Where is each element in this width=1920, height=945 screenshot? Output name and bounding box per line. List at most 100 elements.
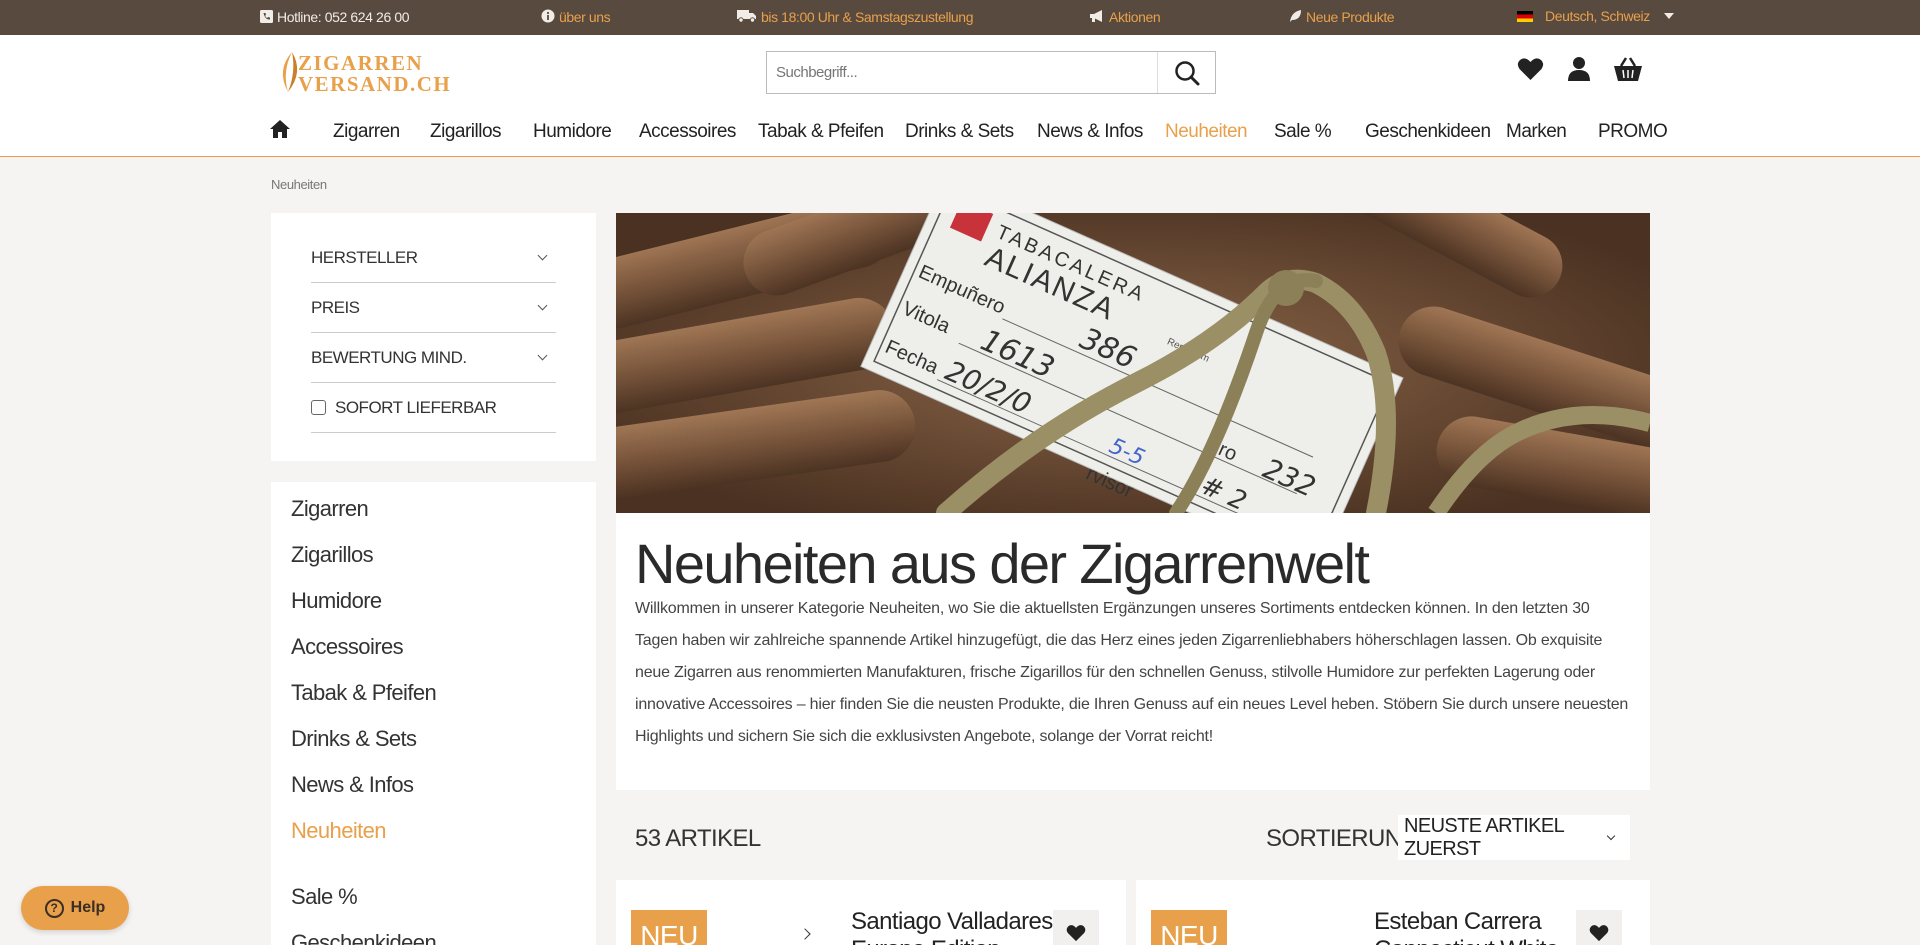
language-selector[interactable]: Deutsch, Schweiz — [1517, 8, 1674, 24]
nav-item-drinks-sets[interactable]: Drinks & Sets — [905, 121, 1014, 143]
top-bar: Hotline: 052 624 26 00 über uns bis 18:0… — [0, 0, 1920, 35]
about-text: über uns — [559, 9, 611, 25]
phone-icon — [260, 9, 273, 25]
search-input[interactable] — [767, 52, 1157, 93]
nav-item-tabak-pfeifen[interactable]: Tabak & Pfeifen — [758, 121, 884, 143]
page-title: Neuheiten aus der Zigarrenwelt — [635, 532, 1370, 595]
heart-icon — [1066, 925, 1086, 942]
filter-manufacturer[interactable]: HERSTELLER — [311, 233, 556, 283]
category-item-tabak-pfeifen[interactable]: Tabak & Pfeifen — [291, 680, 437, 706]
category-list: Zigarren Zigarillos Humidore Accessoires… — [271, 482, 596, 945]
filter-price-label: PREIS — [311, 297, 360, 317]
product-title[interactable]: Santiago Valladares Europe Edition — [851, 908, 1053, 945]
filter-rating-label: BEWERTUNG MIND. — [311, 347, 467, 367]
filter-rating[interactable]: BEWERTUNG MIND. — [311, 333, 556, 383]
header: ZIGARREN VERSAND.CH Zigarren Zigarillos … — [0, 35, 1920, 157]
search-icon — [1174, 60, 1199, 85]
logo-text-line2: VERSAND.CH — [298, 72, 451, 94]
product-card[interactable]: NEU Santiago Valladares Europe Edition — [616, 880, 1126, 945]
category-item-neuheiten[interactable]: Neuheiten — [291, 818, 387, 844]
sort-label: SORTIERUNG — [1266, 825, 1420, 852]
new-products-link[interactable]: Neue Produkte — [1289, 9, 1395, 25]
new-badge: NEU — [631, 910, 707, 945]
heart-icon — [1589, 925, 1609, 942]
add-to-wishlist-button[interactable] — [1576, 910, 1622, 945]
chevron-down-icon — [537, 250, 548, 261]
help-label: Help — [70, 899, 106, 916]
actions-link[interactable]: Aktionen — [1089, 9, 1161, 25]
category-item-zigarren[interactable]: Zigarren — [291, 496, 369, 522]
product-title-line2: Europe Edition — [851, 936, 1053, 945]
nav-item-marken[interactable]: Marken — [1506, 121, 1567, 143]
filter-manufacturer-label: HERSTELLER — [311, 247, 418, 267]
search-box — [766, 51, 1216, 94]
about-link[interactable]: über uns — [541, 9, 611, 25]
home-icon — [270, 120, 290, 138]
product-title-line1: Esteban Carrera — [1374, 908, 1542, 935]
category-item-accessoires[interactable]: Accessoires — [291, 634, 404, 660]
category-item-sale[interactable]: Sale % — [291, 884, 358, 910]
nav-item-accessoires[interactable]: Accessoires — [639, 121, 736, 143]
listing-toolbar: 53 ARTIKEL SORTIERUNG NEUSTE ARTIKEL ZUE… — [616, 810, 1650, 865]
filter-panel: HERSTELLER PREIS BEWERTUNG MIND. SOFORT … — [271, 213, 596, 461]
article-count: 53 ARTIKEL — [635, 825, 761, 852]
category-item-news-infos[interactable]: News & Infos — [291, 772, 414, 798]
product-title[interactable]: Esteban Carrera Connecticut White — [1374, 908, 1559, 945]
add-to-wishlist-button[interactable] — [1053, 910, 1099, 945]
category-item-humidore[interactable]: Humidore — [291, 588, 382, 614]
search-button[interactable] — [1157, 52, 1215, 93]
nav-item-humidore[interactable]: Humidore — [533, 121, 612, 143]
delivery-link[interactable]: bis 18:00 Uhr & Samstagszustellung — [737, 9, 973, 25]
new-products-text: Neue Produkte — [1306, 9, 1395, 25]
breadcrumb[interactable]: Neuheiten — [271, 177, 327, 192]
product-title-line1: Santiago Valladares — [851, 908, 1053, 935]
megaphone-icon — [1089, 9, 1105, 25]
hero-image: TABACALERA ALIANZA Rep. Dom Empuñero 386… — [616, 213, 1650, 513]
actions-text: Aktionen — [1109, 9, 1161, 25]
nav-item-sale[interactable]: Sale % — [1274, 121, 1332, 143]
truck-icon — [737, 9, 757, 25]
filter-instant-delivery[interactable]: SOFORT LIEFERBAR — [311, 383, 556, 433]
filter-instant-label: SOFORT LIEFERBAR — [335, 397, 497, 417]
logo[interactable]: ZIGARREN VERSAND.CH — [274, 50, 494, 96]
category-item-geschenkideen[interactable]: Geschenkideen — [291, 930, 437, 945]
home-nav-button[interactable] — [270, 119, 290, 145]
chevron-down-icon — [1663, 13, 1674, 19]
nav-item-promo[interactable]: PROMO — [1598, 121, 1668, 143]
category-item-drinks-sets[interactable]: Drinks & Sets — [291, 726, 417, 752]
heart-icon — [1517, 58, 1543, 80]
nav-item-news-infos[interactable]: News & Infos — [1037, 121, 1143, 143]
delivery-text: bis 18:00 Uhr & Samstagszustellung — [761, 9, 974, 25]
question-icon: ? — [44, 898, 64, 918]
product-title-line2: Connecticut White — [1374, 936, 1559, 945]
nav-item-neuheiten[interactable]: Neuheiten — [1165, 121, 1248, 143]
german-flag-icon — [1517, 10, 1533, 22]
leaf-icon — [1289, 9, 1302, 25]
nav-item-zigarillos[interactable]: Zigarillos — [430, 121, 502, 143]
cart-button[interactable] — [1613, 54, 1643, 84]
chevron-down-icon — [537, 300, 548, 311]
new-badge: NEU — [1151, 910, 1227, 945]
language-text: Deutsch, Schweiz — [1545, 8, 1650, 24]
basket-icon — [1614, 57, 1642, 81]
product-card[interactable]: NEU Esteban Carrera Connecticut White — [1136, 880, 1650, 945]
category-item-zigarillos[interactable]: Zigarillos — [291, 542, 374, 568]
nav-item-geschenkideen[interactable]: Geschenkideen — [1365, 121, 1491, 143]
cigar-leaf-logo-icon — [282, 52, 298, 92]
sort-select[interactable]: NEUSTE ARTIKEL ZUERST — [1398, 815, 1630, 860]
filter-price[interactable]: PREIS — [311, 283, 556, 333]
category-description-text: Willkommen in unserer Kategorie Neuheite… — [635, 600, 1629, 745]
account-button[interactable] — [1564, 54, 1594, 84]
category-description: Neuheiten aus der Zigarrenwelt Willkomme… — [616, 513, 1650, 790]
user-icon — [1568, 57, 1590, 81]
hotline-text: Hotline: 052 624 26 00 — [277, 9, 410, 25]
instant-delivery-checkbox[interactable] — [311, 400, 326, 415]
help-button[interactable]: ? Help — [21, 886, 129, 930]
hotline-link[interactable]: Hotline: 052 624 26 00 — [260, 9, 409, 25]
nav-item-zigarren[interactable]: Zigarren — [333, 121, 400, 143]
chevron-right-icon[interactable] — [799, 928, 811, 940]
wishlist-button[interactable] — [1515, 54, 1545, 84]
sort-select-value: NEUSTE ARTIKEL ZUERST — [1404, 814, 1564, 860]
chevron-down-icon — [537, 350, 548, 361]
info-icon — [541, 9, 555, 25]
